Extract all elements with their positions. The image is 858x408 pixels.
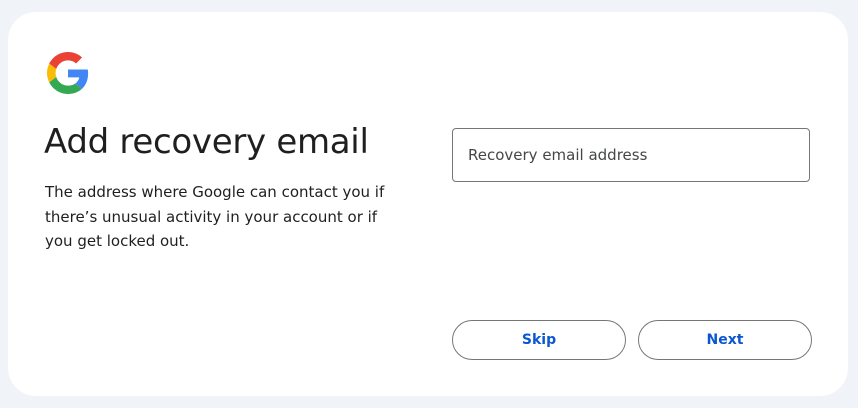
page-description: The address where Google can contact you… [45,183,385,250]
next-button[interactable]: Next [638,320,812,360]
google-logo-icon [47,52,89,94]
skip-button[interactable]: Skip [452,320,626,360]
recovery-email-field[interactable] [452,128,810,182]
page-title: Add recovery email [44,122,369,162]
signin-card: Add recovery email The address where Goo… [8,12,848,396]
recovery-email-input[interactable] [453,129,809,181]
